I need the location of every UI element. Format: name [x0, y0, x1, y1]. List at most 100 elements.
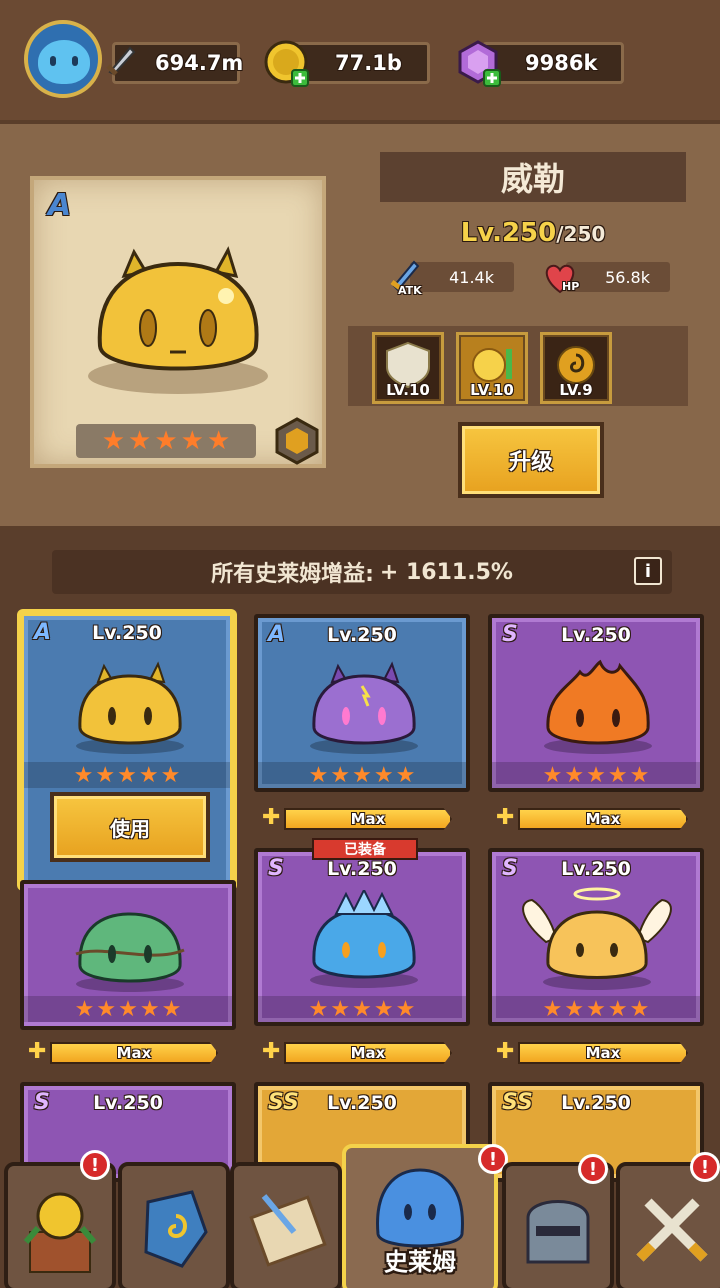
- max-label: Max: [350, 810, 386, 828]
- card-stars: ★ ★ ★ ★ ★: [258, 762, 466, 788]
- star-icon: ★: [101, 426, 126, 456]
- hexagon-badge-icon[interactable]: [272, 416, 322, 466]
- level-max: /250: [556, 222, 606, 246]
- card-level: Lv.250: [327, 858, 397, 880]
- card-stars: ★ ★ ★ ★ ★: [492, 996, 700, 1022]
- star-icon: ★: [128, 426, 152, 456]
- puzzle-icon: ✚: [262, 1039, 281, 1064]
- max-label: Max: [350, 1044, 386, 1062]
- hp-label: HP: [562, 280, 580, 293]
- equipped-label: 已装备: [344, 842, 386, 858]
- slime-angel-icon: [512, 882, 682, 996]
- star-icon: ★: [180, 426, 204, 456]
- coin-counter: 77.1b: [292, 42, 430, 84]
- skill-slot-2[interactable]: LV.10: [456, 332, 528, 404]
- card-level: Lv.250: [327, 1092, 397, 1114]
- card-level: Lv.250: [327, 624, 397, 646]
- puzzle-icon: ✚: [28, 1039, 47, 1064]
- nav-slime-label: 史莱姆: [384, 1248, 456, 1276]
- sword-icon: [102, 40, 142, 80]
- slime-name: 威勒: [380, 152, 686, 202]
- max-label: Max: [116, 1044, 152, 1062]
- card-level: Lv.250: [561, 1092, 631, 1114]
- card-max-bar: Max: [284, 808, 452, 830]
- slime-purple-icon: [306, 656, 422, 760]
- level-value: Lv.250: [460, 218, 557, 248]
- slime-card-2[interactable]: A Lv.250 ★ ★ ★ ★ ★: [254, 614, 470, 792]
- shop-alert-icon: !: [80, 1150, 110, 1180]
- slime-ice-icon: [306, 887, 422, 994]
- info-button[interactable]: i: [634, 557, 662, 585]
- bonus-value: + 1611.5%: [379, 559, 513, 585]
- rune-stone-icon: [144, 1190, 208, 1268]
- card-level: Lv.250: [561, 858, 631, 880]
- star-rating: ★ ★ ★ ★ ★: [76, 424, 256, 458]
- card-level: Lv.250: [93, 1092, 163, 1114]
- slime-card-3[interactable]: S Lv.250 ★ ★ ★ ★ ★: [488, 614, 704, 792]
- slime-card-4[interactable]: ★ ★ ★ ★ ★: [20, 880, 236, 1030]
- hp-value: 56.8k: [605, 267, 650, 287]
- nav-quest[interactable]: [230, 1162, 342, 1288]
- max-label: Max: [585, 1044, 621, 1062]
- upgrade-label: 升级: [508, 450, 553, 475]
- slime-fire-icon: [540, 656, 656, 760]
- slime-portrait-card: A ★ ★ ★ ★ ★: [30, 176, 326, 468]
- atk-label: ATK: [398, 284, 422, 297]
- coin-icon[interactable]: [262, 38, 312, 88]
- bonus-text: 所有史莱姆增益:: [211, 562, 374, 587]
- heart-hp-icon: HP: [540, 258, 580, 298]
- top-bar: 694.7m 77.1b 9986k: [0, 0, 720, 120]
- slime-portrait: [86, 236, 270, 396]
- card-stars: ★ ★ ★ ★ ★: [24, 762, 230, 788]
- nav-rune[interactable]: [118, 1162, 230, 1288]
- skill-level: LV.10: [470, 381, 514, 399]
- card-level: Lv.250: [561, 624, 631, 646]
- coin-value: 77.1b: [335, 51, 402, 75]
- scroll-quest-icon: [249, 1194, 327, 1267]
- card-max-bar: Max: [518, 1042, 688, 1064]
- slime-card-6[interactable]: S Lv.250 ★ ★ ★ ★ ★: [488, 848, 704, 1026]
- use-button[interactable]: 使用: [50, 792, 210, 862]
- helmet-icon: [526, 1200, 590, 1264]
- equipped-tag: 已装备: [312, 838, 418, 860]
- puzzle-icon: ✚: [496, 1039, 515, 1064]
- crossed-swords-icon: [636, 1198, 708, 1262]
- slime-card-5[interactable]: S Lv.250 ★ ★ ★ ★ ★: [254, 848, 470, 1026]
- slime-green-icon: [72, 894, 188, 998]
- slime-detail-panel: A ★ ★ ★ ★ ★ 威勒 Lv.250/250 41.4k ATK 56.8…: [0, 120, 720, 530]
- slime-level: Lv.250/250: [380, 218, 686, 248]
- slime-tab-icon: [376, 1168, 464, 1248]
- slime-gold-icon: [72, 656, 188, 760]
- bonus-banner: 所有史莱姆增益: + 1611.5%: [52, 550, 672, 594]
- star-icon: ★: [154, 426, 178, 456]
- card-stars: ★ ★ ★ ★ ★: [24, 996, 232, 1022]
- piggy-shop-icon: [23, 1192, 97, 1273]
- nav-slime[interactable]: 史莱姆: [342, 1144, 498, 1288]
- atk-value: 41.4k: [449, 267, 494, 287]
- gem-icon[interactable]: [454, 38, 504, 88]
- player-avatar[interactable]: [24, 20, 102, 98]
- power-value: 694.7m: [155, 51, 244, 75]
- sword-atk-icon: ATK: [386, 256, 426, 300]
- skill-level: LV.10: [386, 381, 430, 399]
- info-icon: i: [644, 560, 652, 582]
- puzzle-icon: ✚: [262, 805, 281, 830]
- card-max-bar: Max: [518, 808, 688, 830]
- nav-shop[interactable]: [4, 1162, 116, 1288]
- equipment-alert-icon: !: [578, 1154, 608, 1184]
- rank-badge: A: [48, 188, 72, 223]
- puzzle-icon: ✚: [496, 805, 515, 830]
- skill-slot-1[interactable]: LV.10: [372, 332, 444, 404]
- skill-slot-3[interactable]: LV.9: [540, 332, 612, 404]
- battle-alert-icon: !: [690, 1152, 720, 1182]
- card-max-bar: Max: [50, 1042, 218, 1064]
- use-label: 使用: [110, 816, 150, 841]
- hp-stat: 56.8k: [566, 262, 670, 292]
- upgrade-button[interactable]: 升级: [458, 422, 604, 498]
- star-icon: ★: [206, 426, 231, 456]
- card-max-bar: Max: [284, 1042, 452, 1064]
- card-level: Lv.250: [92, 622, 162, 644]
- slime-card-1[interactable]: A Lv.250 ★ ★ ★ ★ ★ 使用: [20, 612, 234, 888]
- card-stars: ★ ★ ★ ★ ★: [492, 762, 700, 788]
- card-stars: ★ ★ ★ ★ ★: [258, 996, 466, 1022]
